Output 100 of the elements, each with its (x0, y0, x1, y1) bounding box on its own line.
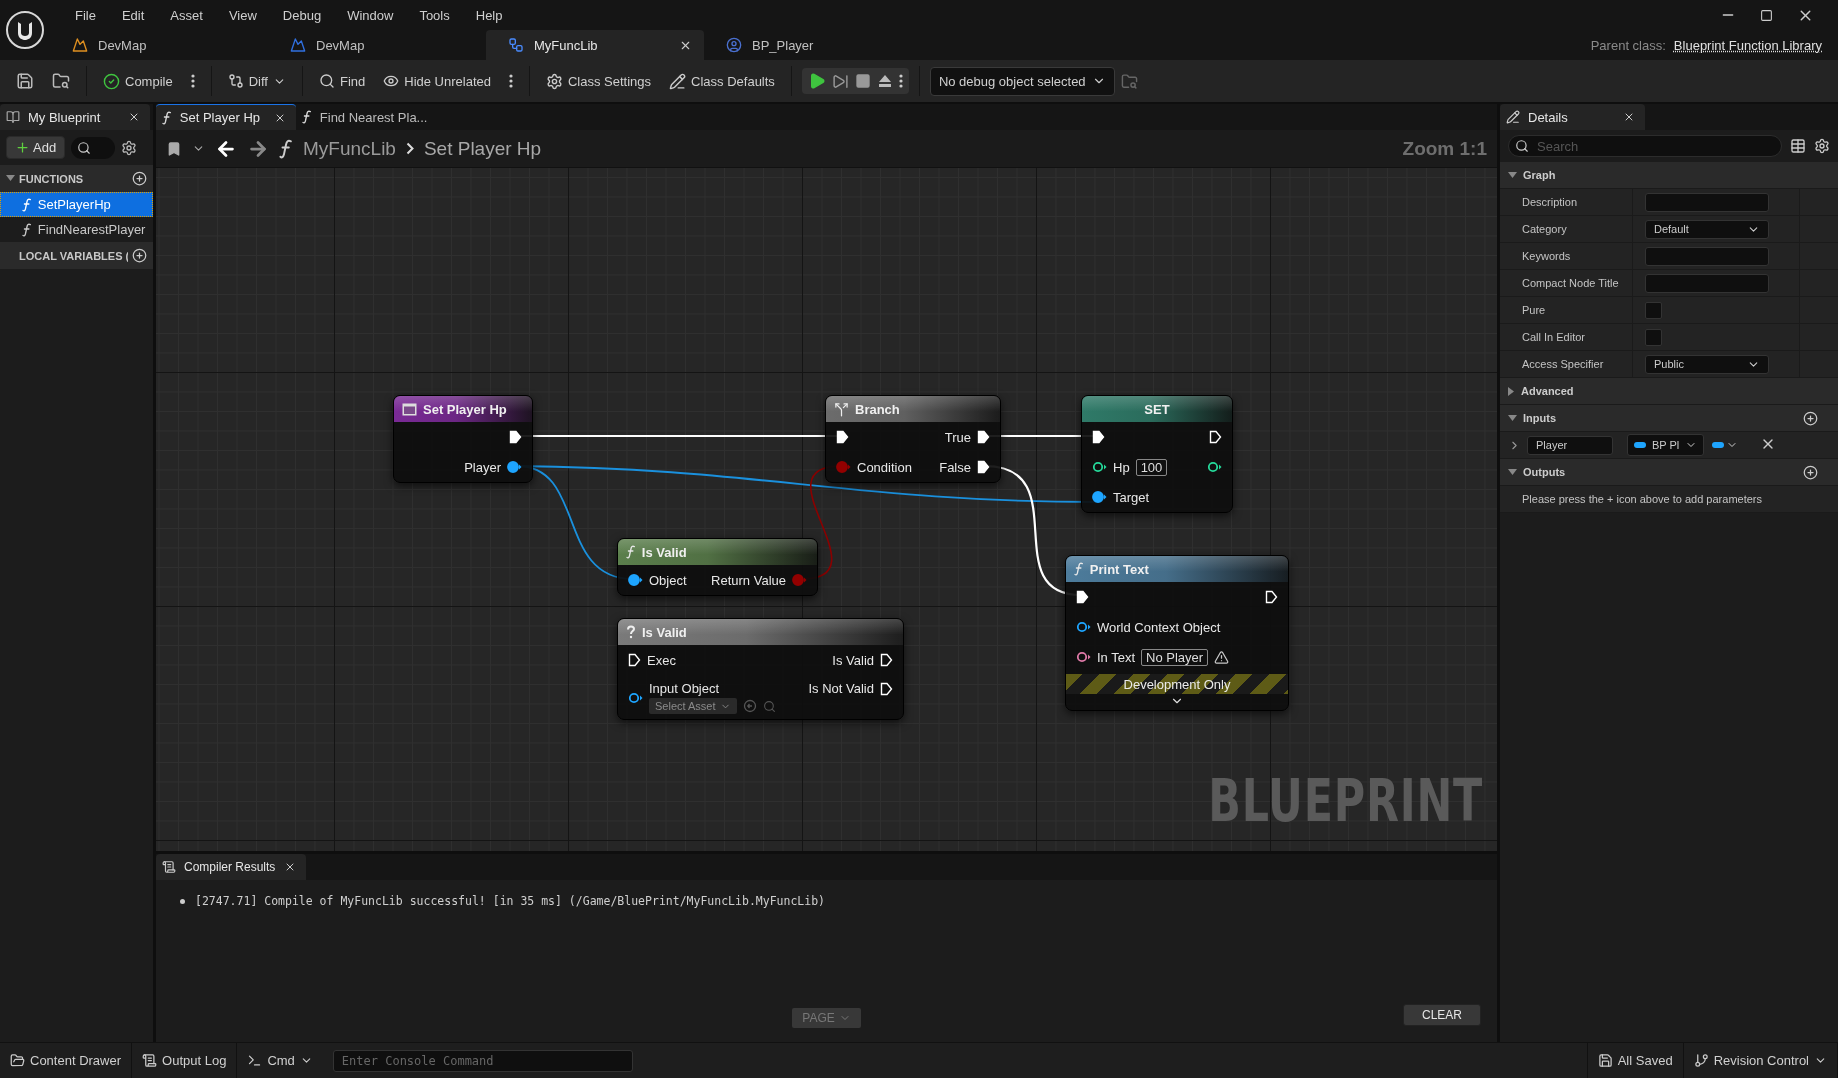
exec-pin-icon[interactable] (836, 430, 849, 444)
exec-pin-icon[interactable] (977, 460, 990, 474)
text-field[interactable] (1645, 192, 1769, 212)
add-icon[interactable] (1803, 464, 1818, 480)
type-color-icon (1712, 442, 1725, 448)
hide-unrelated-button[interactable]: Hide Unrelated (377, 69, 497, 93)
text-field[interactable] (1645, 273, 1769, 293)
exec-pin-icon[interactable] (1076, 590, 1089, 604)
browse-icon[interactable] (742, 699, 757, 713)
console-input[interactable]: Enter Console Command (332, 1049, 633, 1072)
menu-item[interactable]: Help (462, 7, 516, 23)
graph-node[interactable]: Branch True Condition False (825, 395, 1001, 483)
category-combo[interactable]: Default (1645, 219, 1769, 239)
menu-item[interactable]: Debug (269, 7, 335, 23)
graph-node[interactable]: Is Valid Exec Is Valid Input Object Select Asset Is Not Valid (617, 618, 904, 720)
expanded-arrow-icon[interactable] (6, 175, 15, 182)
type-dropdown[interactable]: BP Pl (1627, 434, 1705, 456)
menu-item[interactable]: Window (334, 7, 407, 23)
clear-button[interactable]: CLEAR (1403, 1004, 1481, 1026)
menu-item[interactable]: Edit (108, 7, 158, 23)
settings-icon[interactable] (121, 139, 138, 156)
panel-tab[interactable]: Compiler Results (156, 854, 306, 880)
content-drawer-button[interactable]: Content Drawer (0, 1043, 133, 1078)
asset-tab[interactable]: DevMap (50, 30, 268, 60)
exec-pin-icon[interactable] (509, 430, 522, 444)
search-field[interactable]: Search (1508, 135, 1782, 157)
data-pin-icon[interactable] (1207, 460, 1222, 474)
expanded-arrow-icon[interactable] (1508, 171, 1517, 179)
step-icon[interactable] (831, 72, 849, 90)
revision-control-button[interactable]: Revision Control (1683, 1043, 1838, 1078)
exec-pin-icon[interactable] (628, 653, 641, 667)
class-defaults-button[interactable]: Class Defaults (663, 68, 781, 94)
graph-node[interactable]: SET Hp 100 Target (1081, 395, 1233, 513)
bookmark-icon[interactable] (166, 140, 182, 157)
breadcrumb-item[interactable]: Set Player Hp (423, 137, 542, 160)
breadcrumb-item[interactable]: MyFuncLib (303, 137, 396, 160)
function-item[interactable]: FindNearestPlayer (0, 217, 153, 242)
maximize-icon[interactable] (1760, 8, 1773, 22)
table-view-icon[interactable] (1790, 138, 1806, 154)
asset-tab[interactable]: MyFuncLib (486, 30, 704, 60)
collapsed-arrow-icon[interactable] (1508, 386, 1515, 396)
menu-item[interactable]: Tools (406, 7, 463, 23)
exec-pin-icon[interactable] (880, 681, 893, 696)
diff-button[interactable]: Diff (221, 69, 292, 93)
value-field[interactable]: No Player (1141, 648, 1209, 666)
plus-icon (15, 140, 30, 155)
data-pin-icon[interactable] (1076, 620, 1091, 634)
asset-picker[interactable]: Select Asset (649, 698, 737, 714)
expanded-arrow-icon[interactable] (1508, 414, 1517, 422)
access-dropdown[interactable]: Public (1645, 354, 1769, 374)
menu-item[interactable]: File (62, 7, 109, 23)
graph-tab[interactable]: Find Nearest Pla... (296, 104, 446, 130)
close-icon[interactable] (1623, 111, 1635, 123)
data-pin-icon[interactable] (1092, 490, 1107, 504)
parameter-name-field[interactable]: Player (1527, 435, 1613, 455)
add-icon[interactable] (1803, 410, 1818, 426)
find-button[interactable]: Find (312, 69, 372, 93)
debug-object-dropdown[interactable]: No debug object selected (929, 66, 1115, 96)
graph-node[interactable]: Print Text World Context Object In Text No Player Development Only (1065, 555, 1289, 711)
function-item[interactable]: SetPlayerHp (0, 192, 153, 217)
stop-icon[interactable] (854, 73, 871, 89)
add-button[interactable]: Add (6, 136, 66, 159)
exec-pin-icon[interactable] (1265, 590, 1278, 604)
exec-pin-icon[interactable] (1209, 430, 1222, 444)
search-field[interactable] (71, 136, 116, 159)
graph-node[interactable]: Is Valid Object Return Value (617, 538, 818, 596)
panel-tab[interactable]: My Blueprint (0, 104, 150, 130)
asset-tab[interactable]: BP_Player (704, 30, 922, 60)
node-title: Branch (855, 401, 900, 417)
exec-pin-icon[interactable] (880, 653, 893, 667)
checkbox[interactable] (1645, 328, 1662, 346)
exec-pin-icon[interactable] (1092, 430, 1105, 444)
expanded-arrow-icon[interactable] (1508, 468, 1517, 476)
data-pin-icon[interactable] (628, 573, 643, 587)
checkbox[interactable] (1645, 301, 1662, 319)
data-pin-icon[interactable] (628, 690, 643, 705)
graph-tab[interactable]: Set Player Hp (156, 104, 296, 130)
output-log-button[interactable]: Output Log (132, 1043, 238, 1078)
save-status-button[interactable]: All Saved (1586, 1043, 1684, 1078)
exec-pin-icon[interactable] (977, 430, 990, 444)
data-pin-icon[interactable] (1076, 650, 1091, 664)
graph-node[interactable]: Set Player Hp Player (393, 395, 533, 483)
data-pin-icon[interactable] (1092, 460, 1107, 474)
pin-label: Exec (647, 652, 676, 668)
parent-class-link[interactable]: Blueprint Function Library (1673, 37, 1822, 53)
menu-item[interactable]: View (215, 7, 270, 23)
class-settings-button[interactable]: Class Settings (539, 68, 658, 94)
close-icon[interactable] (284, 861, 296, 873)
text-field[interactable] (1645, 246, 1769, 266)
debug-find-icon[interactable] (1120, 72, 1138, 90)
panel-tab[interactable]: Details (1500, 104, 1645, 130)
close-icon[interactable] (128, 111, 140, 123)
settings-icon[interactable] (1814, 138, 1830, 154)
eject-icon[interactable] (876, 73, 893, 89)
value-field[interactable]: 100 (1135, 458, 1168, 476)
data-pin-icon[interactable] (507, 460, 522, 474)
cmd-dropdown[interactable]: Cmd (237, 1043, 323, 1078)
asset-tab[interactable]: DevMap (268, 30, 486, 60)
menu-item[interactable]: Asset (157, 7, 216, 23)
compile-button[interactable]: Compile (97, 68, 179, 94)
